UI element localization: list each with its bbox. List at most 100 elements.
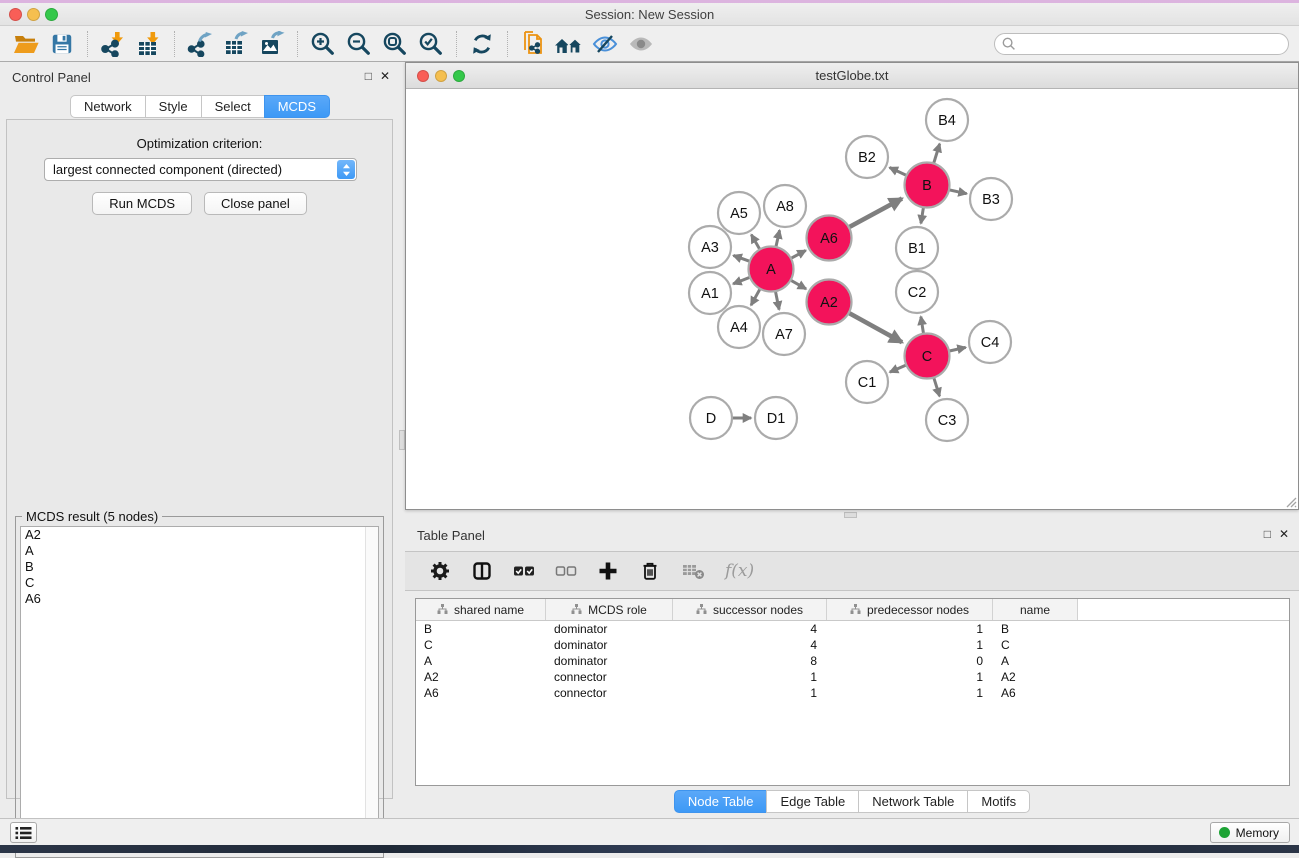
table-cell[interactable]: dominator [546,637,673,653]
table-cell[interactable]: connector [546,685,673,701]
table-cell[interactable]: 1 [827,669,993,685]
result-item[interactable]: C [21,575,378,591]
zoom-out-icon[interactable] [341,29,377,59]
graph-node-C1[interactable]: C1 [846,361,888,403]
close-panel-icon[interactable]: ✕ [1279,527,1289,541]
graph-node-A6[interactable]: A6 [807,216,852,261]
zoom-in-icon[interactable] [305,29,341,59]
graph-node-C4[interactable]: C4 [969,321,1011,363]
table-row[interactable]: Cdominator41C [416,637,1289,653]
task-history-button[interactable] [10,822,37,843]
mcds-result-list[interactable]: A2ABCA6 [20,526,379,853]
import-network-icon[interactable] [95,29,131,59]
graph-node-C2[interactable]: C2 [896,271,938,313]
table-cell[interactable]: C [416,637,546,653]
graph-node-A5[interactable]: A5 [718,192,760,234]
deselect-all-icon[interactable] [555,562,577,580]
tab-network[interactable]: Network [70,95,146,118]
graph-node-B1[interactable]: B1 [896,227,938,269]
refresh-icon[interactable] [464,29,500,59]
table-cell[interactable]: dominator [546,621,673,637]
graph-node-B2[interactable]: B2 [846,136,888,178]
table-row[interactable]: Adominator80A [416,653,1289,669]
tab-edge-table[interactable]: Edge Table [766,790,859,813]
table-cell[interactable]: 8 [673,653,827,669]
save-icon[interactable] [44,29,80,59]
table-cell[interactable]: 1 [827,685,993,701]
table-cell[interactable]: 1 [827,621,993,637]
add-column-icon[interactable] [597,560,619,582]
table-cell[interactable]: A [993,653,1078,669]
tab-select[interactable]: Select [201,95,265,118]
column-header-MCDS-role[interactable]: MCDS role [546,599,673,620]
graph-node-D[interactable]: D [690,397,732,439]
graph-node-A7[interactable]: A7 [763,313,805,355]
table-cell[interactable]: 4 [673,637,827,653]
graph-node-C[interactable]: C [905,334,950,379]
graph-node-A1[interactable]: A1 [689,272,731,314]
network-window-titlebar[interactable]: testGlobe.txt [406,63,1298,89]
graph-node-B[interactable]: B [905,163,950,208]
column-header-successor-nodes[interactable]: successor nodes [673,599,827,620]
column-header-name[interactable]: name [993,599,1078,620]
table-cell[interactable]: dominator [546,653,673,669]
column-header-predecessor-nodes[interactable]: predecessor nodes [827,599,993,620]
table-cell[interactable]: A6 [993,685,1078,701]
memory-button[interactable]: Memory [1210,822,1290,843]
export-image-icon[interactable] [254,29,290,59]
table-cell[interactable]: 4 [673,621,827,637]
table-cell[interactable]: 0 [827,653,993,669]
graph-node-D1[interactable]: D1 [755,397,797,439]
table-cell[interactable]: 1 [673,669,827,685]
table-cell[interactable]: A [416,653,546,669]
tab-node-table[interactable]: Node Table [674,790,768,813]
table-cell[interactable]: C [993,637,1078,653]
import-table-icon[interactable] [131,29,167,59]
graph-node-B4[interactable]: B4 [926,99,968,141]
show-all-icon[interactable] [623,29,659,59]
node-table[interactable]: shared nameMCDS rolesuccessor nodesprede… [415,598,1290,786]
column-header-shared-name[interactable]: shared name [416,599,546,620]
table-row[interactable]: A2connector11A2 [416,669,1289,685]
table-cell[interactable]: 1 [673,685,827,701]
result-item[interactable]: A6 [21,591,378,607]
close-panel-icon[interactable]: ✕ [380,69,390,83]
table-row[interactable]: A6connector11A6 [416,685,1289,701]
select-all-icon[interactable] [513,562,535,580]
tab-mcds[interactable]: MCDS [264,95,330,118]
result-item[interactable]: A2 [21,527,378,543]
network-canvas[interactable]: B4B2BB3B1A8A5A6A3AA1C2A2A4A7C4CC1C3DD1 [406,89,1298,509]
result-scrollbar[interactable] [365,527,378,852]
resize-grip-icon[interactable] [1283,494,1297,508]
tab-style[interactable]: Style [145,95,202,118]
tab-motifs[interactable]: Motifs [967,790,1030,813]
graph-node-A8[interactable]: A8 [764,185,806,227]
tab-network-table[interactable]: Network Table [858,790,968,813]
table-row[interactable]: Bdominator41B [416,621,1289,637]
table-cell[interactable]: connector [546,669,673,685]
result-item[interactable]: A [21,543,378,559]
gear-icon[interactable] [429,560,451,582]
zoom-selected-icon[interactable] [413,29,449,59]
export-network-icon[interactable] [182,29,218,59]
trash-icon[interactable] [639,560,661,582]
graph-node-A3[interactable]: A3 [689,226,731,268]
export-table-icon[interactable] [218,29,254,59]
table-cell[interactable]: A6 [416,685,546,701]
first-neighbors-icon[interactable] [551,29,587,59]
split-divider-handle[interactable] [844,512,857,518]
graph-node-A4[interactable]: A4 [718,306,760,348]
table-cell[interactable]: B [993,621,1078,637]
hide-selected-icon[interactable] [587,29,623,59]
zoom-fit-icon[interactable] [377,29,413,59]
float-panel-icon[interactable]: □ [365,69,372,83]
search-input[interactable] [994,33,1289,55]
criterion-select[interactable]: largest connected component (directed) [44,158,357,181]
result-item[interactable]: B [21,559,378,575]
run-mcds-button[interactable]: Run MCDS [92,192,192,215]
graph-node-A[interactable]: A [749,247,794,292]
graph-node-B3[interactable]: B3 [970,178,1012,220]
table-cell[interactable]: 1 [827,637,993,653]
network-from-selection-icon[interactable] [515,29,551,59]
column-pane-icon[interactable] [471,560,493,582]
